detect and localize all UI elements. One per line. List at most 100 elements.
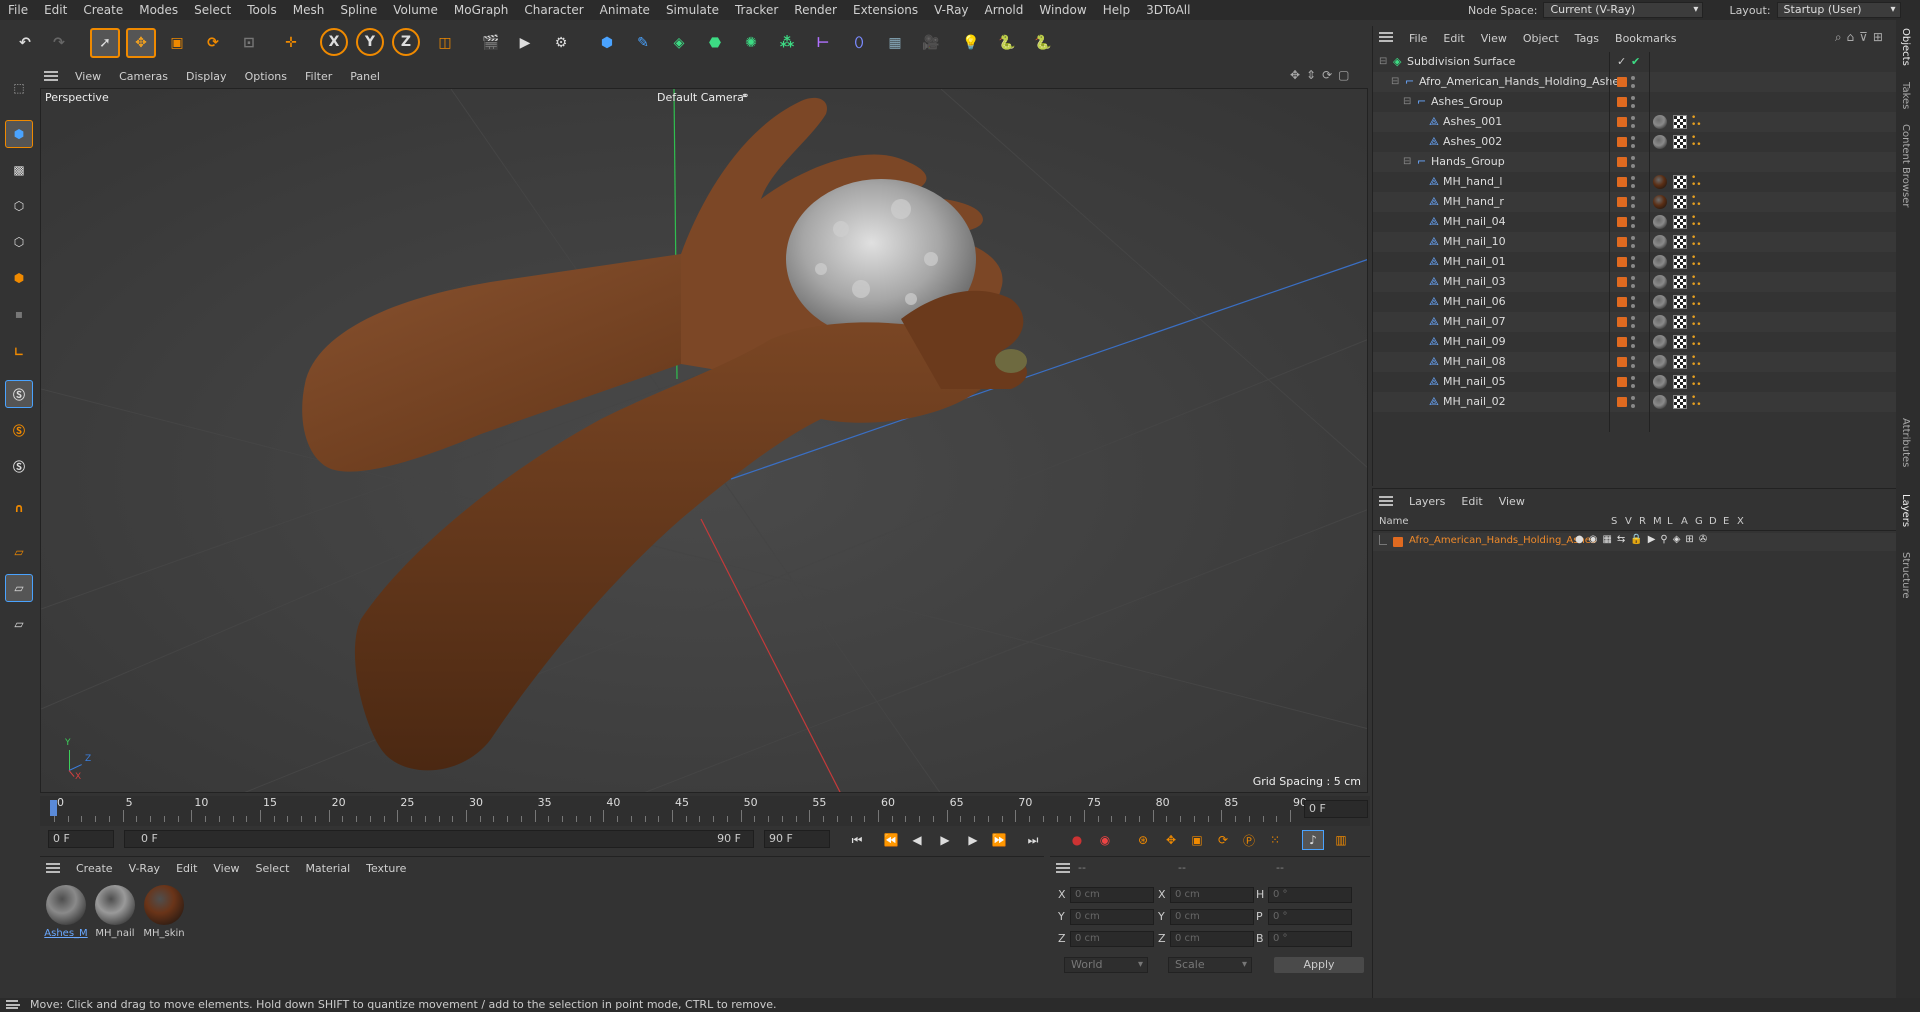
uvw-tag-icon[interactable] [1673, 275, 1687, 289]
layer-menu-icon[interactable] [1379, 496, 1393, 506]
render-view-icon[interactable]: ▶ [510, 28, 540, 58]
menu-character[interactable]: Character [516, 0, 591, 20]
uvw-tag-icon[interactable] [1673, 215, 1687, 229]
apply-button[interactable]: Apply [1274, 957, 1364, 973]
object-row[interactable]: ⊟ ◈ Subdivision Surface ✓ ✔ [1373, 52, 1897, 72]
coord-value-field[interactable]: 0 cm [1170, 887, 1254, 903]
object-row[interactable]: ⊟ ⌐ Afro_American_Hands_Holding_Ashes [1373, 72, 1897, 92]
material-tag-icon[interactable] [1653, 195, 1667, 209]
layer-color-dot[interactable] [1617, 297, 1627, 307]
point-mode-icon[interactable]: ⬡ [5, 192, 33, 220]
snap-3d-icon[interactable]: Ⓢ [5, 452, 33, 480]
scale-tool-icon[interactable]: ▣ [162, 28, 192, 58]
layer-color-dot[interactable] [1617, 97, 1627, 107]
light-icon[interactable]: 💡 [956, 28, 986, 58]
layer-color-dot[interactable] [1617, 237, 1627, 247]
layer-color-dot[interactable] [1617, 397, 1627, 407]
layer-color-dot[interactable] [1617, 177, 1627, 187]
play-icon[interactable]: ▶ [934, 830, 956, 850]
polygon-mode-icon[interactable]: ⬢ [5, 264, 33, 292]
visible-check-icon[interactable]: ✔ [1631, 52, 1640, 72]
material-menu-select[interactable]: Select [248, 862, 298, 875]
menu-simulate[interactable]: Simulate [658, 0, 727, 20]
menu-file[interactable]: File [0, 0, 36, 20]
material-menu-create[interactable]: Create [68, 862, 121, 875]
select-tool-icon[interactable]: ➚ [90, 28, 120, 58]
right-tab-objects[interactable]: Objects [1900, 28, 1911, 66]
prev-frame-icon[interactable]: ◀ [906, 830, 928, 850]
object-search-icons[interactable]: ⌕⌂⊽⊞ [1835, 30, 1888, 45]
menu-render[interactable]: Render [786, 0, 845, 20]
layer-color-dot[interactable] [1617, 317, 1627, 327]
next-key-icon[interactable]: ⏩ [988, 830, 1010, 850]
editor-visibility-dot[interactable] [1631, 116, 1635, 120]
locked-workplane-icon[interactable]: ▱ [5, 574, 33, 602]
layout-dropdown[interactable]: Startup (User) [1776, 2, 1901, 18]
autokey-icon[interactable]: ◉ [1094, 830, 1116, 850]
texture-mode-icon[interactable]: ▩ [5, 156, 33, 184]
undo-icon[interactable]: ↶ [10, 28, 40, 58]
editor-visibility-dot[interactable] [1631, 276, 1635, 280]
menu-modes[interactable]: Modes [131, 0, 186, 20]
right-tab-content-browser[interactable]: Content Browser [1900, 124, 1911, 207]
next-frame-icon[interactable]: ▶ [962, 830, 984, 850]
move-tool-icon[interactable]: ✥ [126, 28, 156, 58]
key-position-icon[interactable]: ✥ [1160, 830, 1182, 850]
uv-mode-icon[interactable]: ▪ [5, 300, 33, 328]
menu-mesh[interactable]: Mesh [285, 0, 333, 20]
3d-viewport[interactable]: Perspective Default Camera ⚭ Grid Spacin… [40, 88, 1368, 793]
right-tab-attributes[interactable]: Attributes [1900, 418, 1911, 467]
object-row[interactable]: ⟁ MH_hand_l • •• [1373, 172, 1897, 192]
render-visibility-dot[interactable] [1631, 144, 1635, 148]
object-row[interactable]: ⟁ MH_nail_10 • •• [1373, 232, 1897, 252]
uvw-tag-icon[interactable] [1673, 335, 1687, 349]
render-visibility-dot[interactable] [1631, 324, 1635, 328]
layer-color-dot[interactable] [1617, 377, 1627, 387]
viewport-menu-display[interactable]: Display [177, 70, 236, 83]
vertex-map-tag-icon[interactable]: • •• [1691, 174, 1702, 190]
editor-visibility-dot[interactable] [1631, 316, 1635, 320]
editor-visibility-dot[interactable] [1631, 216, 1635, 220]
field-icon[interactable]: ⬯ [844, 28, 874, 58]
object-name[interactable]: MH_hand_r [1443, 192, 1504, 212]
material-tag-icon[interactable] [1653, 255, 1667, 269]
recent-tool-icon[interactable]: ⊡ [234, 28, 264, 58]
vertex-map-tag-icon[interactable]: • •• [1691, 394, 1702, 410]
render-visibility-dot[interactable] [1631, 244, 1635, 248]
object-name[interactable]: Subdivision Surface [1407, 52, 1515, 72]
material-tag-icon[interactable] [1653, 395, 1667, 409]
model-mode-icon[interactable]: ⬢ [5, 120, 33, 148]
vertex-map-tag-icon[interactable]: • •• [1691, 214, 1702, 230]
object-menu-tags[interactable]: Tags [1567, 32, 1607, 45]
coord-value-field[interactable]: 0 ° [1268, 931, 1352, 947]
object-name[interactable]: MH_hand_l [1443, 172, 1503, 192]
material-tag-icon[interactable] [1653, 215, 1667, 229]
layer-color-dot[interactable] [1617, 277, 1627, 287]
material-swatch[interactable]: MH_skin [142, 885, 186, 939]
render-visibility-dot[interactable] [1631, 124, 1635, 128]
object-menu-icon[interactable] [1379, 32, 1393, 42]
layer-color-dot[interactable] [1617, 257, 1627, 267]
menu-volume[interactable]: Volume [385, 0, 446, 20]
editor-visibility-dot[interactable] [1631, 196, 1635, 200]
camera-icon[interactable]: 🎥 [916, 28, 946, 58]
editor-visibility-dot[interactable] [1631, 376, 1635, 380]
object-name[interactable]: MH_nail_05 [1443, 372, 1506, 392]
uvw-tag-icon[interactable] [1673, 295, 1687, 309]
object-row[interactable]: ⟁ MH_nail_01 • •• [1373, 252, 1897, 272]
right-tab-structure[interactable]: Structure [1900, 552, 1911, 599]
object-name[interactable]: MH_nail_04 [1443, 212, 1506, 232]
material-menu-edit[interactable]: Edit [168, 862, 205, 875]
extrude-generator-icon[interactable]: ⬣ [700, 28, 730, 58]
render-region-icon[interactable]: 🎬 [476, 28, 506, 58]
render-visibility-dot[interactable] [1631, 204, 1635, 208]
object-name[interactable]: MH_nail_08 [1443, 352, 1506, 372]
material-menu-material[interactable]: Material [297, 862, 358, 875]
material-menu-view[interactable]: View [205, 862, 247, 875]
coord-value-field[interactable]: 0 cm [1170, 909, 1254, 925]
coords-menu-icon[interactable] [1056, 863, 1070, 873]
layer-color-dot[interactable] [1617, 357, 1627, 367]
menu-create[interactable]: Create [75, 0, 131, 20]
render-visibility-dot[interactable] [1631, 404, 1635, 408]
vertex-map-tag-icon[interactable]: • •• [1691, 114, 1702, 130]
